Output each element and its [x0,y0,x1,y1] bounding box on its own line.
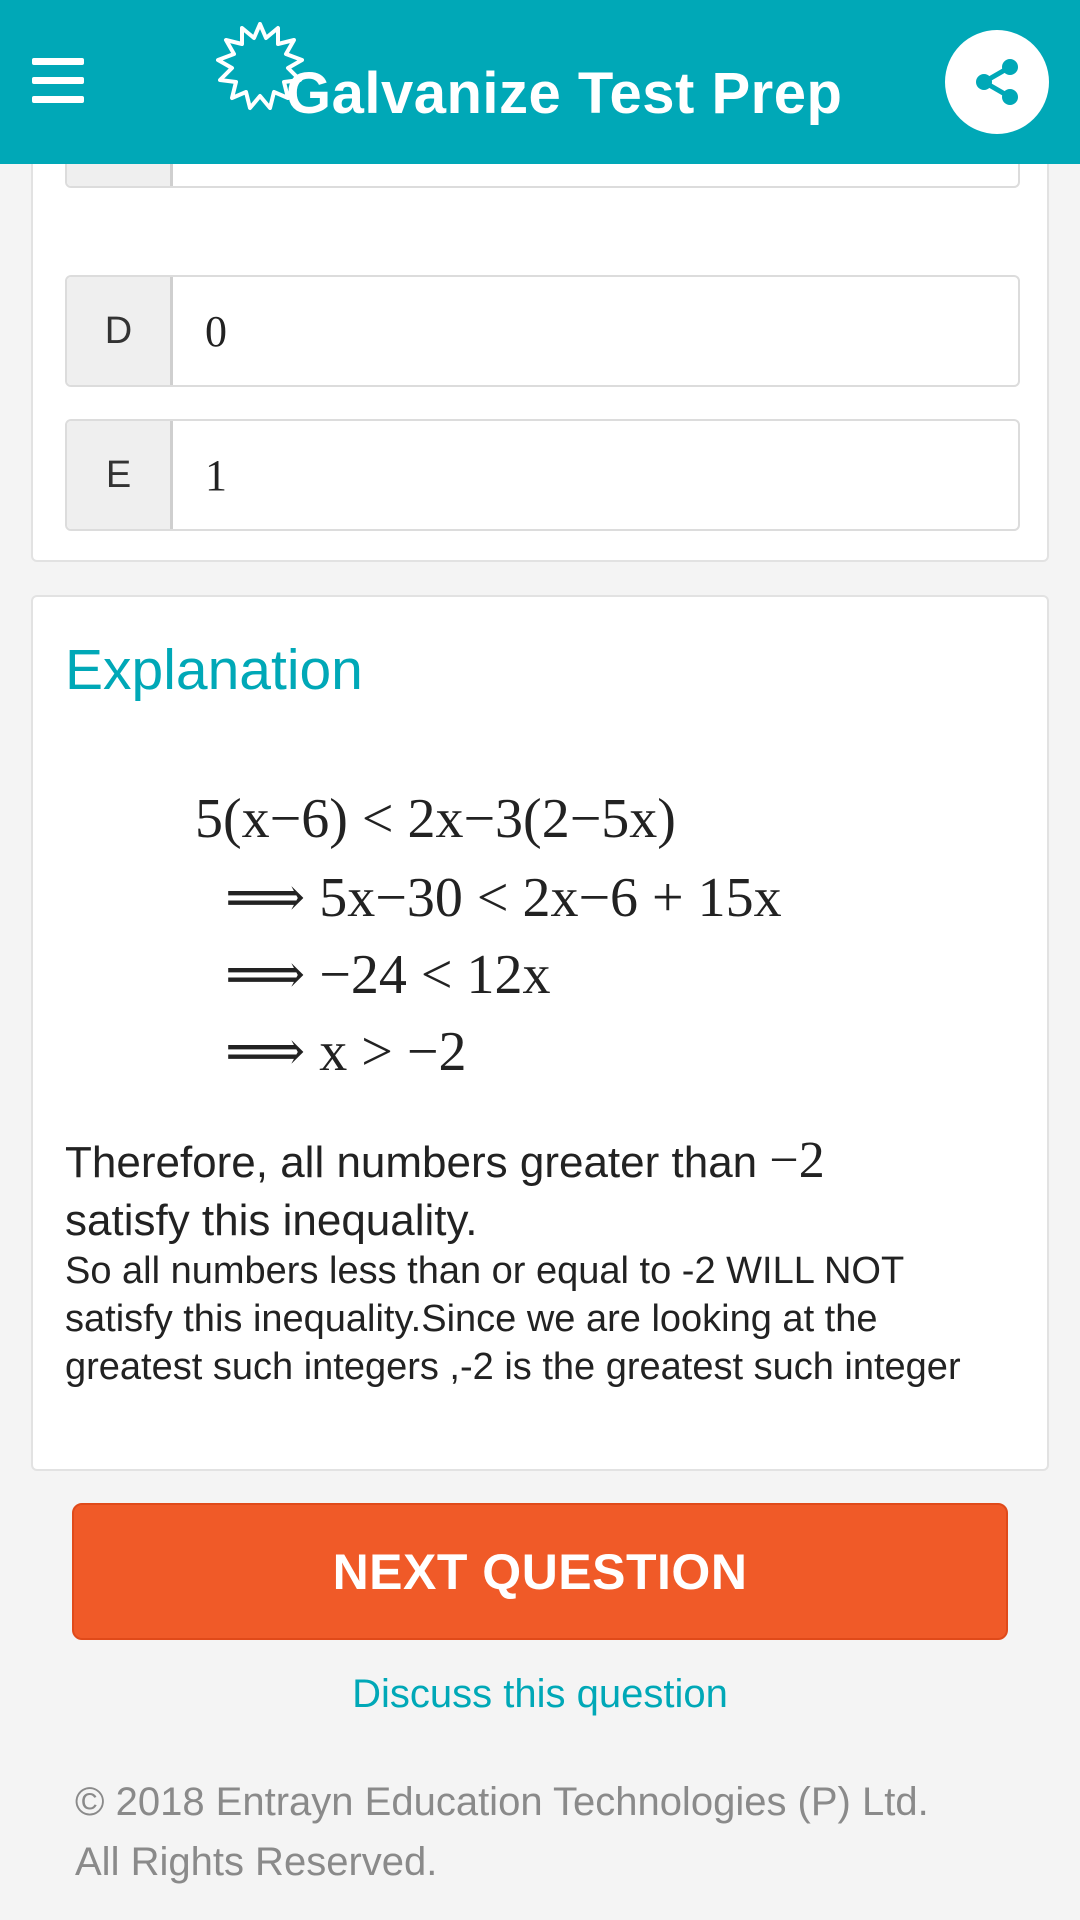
option-d[interactable]: D 0 [65,275,1020,387]
next-question-button[interactable]: NEXT QUESTION [72,1503,1008,1640]
discuss-question-link[interactable]: Discuss this question [0,1672,1080,1717]
math-step-2: ⟹ 5x−30 < 2x−6 + 15x [225,867,782,929]
math-step-4: ⟹ x > −2 [225,1021,467,1083]
app-bar: Galvanize Test Prep [0,0,1080,164]
brand: Galvanize Test Prep [216,22,842,132]
answer-options-card: C -1 D 0 E 1 [31,76,1049,562]
option-text: 1 [205,450,227,500]
footer-copyright: © 2018 Entrayn Education Technologies (P… [75,1772,1015,1892]
question-explanation-screen: Galvanize Test Prep C -1 D 0 E 1 Exp [0,0,1080,1920]
rights-line: All Rights Reserved. [75,1840,438,1884]
explanation-body: So all numbers less than or equal to -2 … [65,1250,961,1388]
share-button[interactable] [945,30,1049,134]
option-text: 0 [205,306,227,356]
explanation-conclusion: Therefore, all numbers greater than −2 s… [65,1132,1015,1250]
math-step-3: ⟹ −24 < 12x [225,944,551,1006]
hamburger-menu-icon[interactable] [32,58,86,103]
app-title: Galvanize Test Prep [286,61,843,126]
option-e[interactable]: E 1 [65,419,1020,531]
copyright-line: © 2018 Entrayn Education Technologies (P… [75,1780,929,1824]
math-step-1: 5(x−6) < 2x−3(2−5x) [195,788,676,850]
option-letter: E [67,421,173,529]
option-letter: D [67,277,173,385]
conclusion-text: Therefore, all numbers greater than [65,1138,758,1187]
explanation-title: Explanation [65,638,363,702]
conclusion-math: −2 [769,1132,825,1189]
share-icon [976,59,1018,105]
conclusion-text-end: satisfy this inequality. [65,1196,478,1245]
explanation-card: Explanation 5(x−6) < 2x−3(2−5x) ⟹ 5x−30 … [31,595,1049,1471]
